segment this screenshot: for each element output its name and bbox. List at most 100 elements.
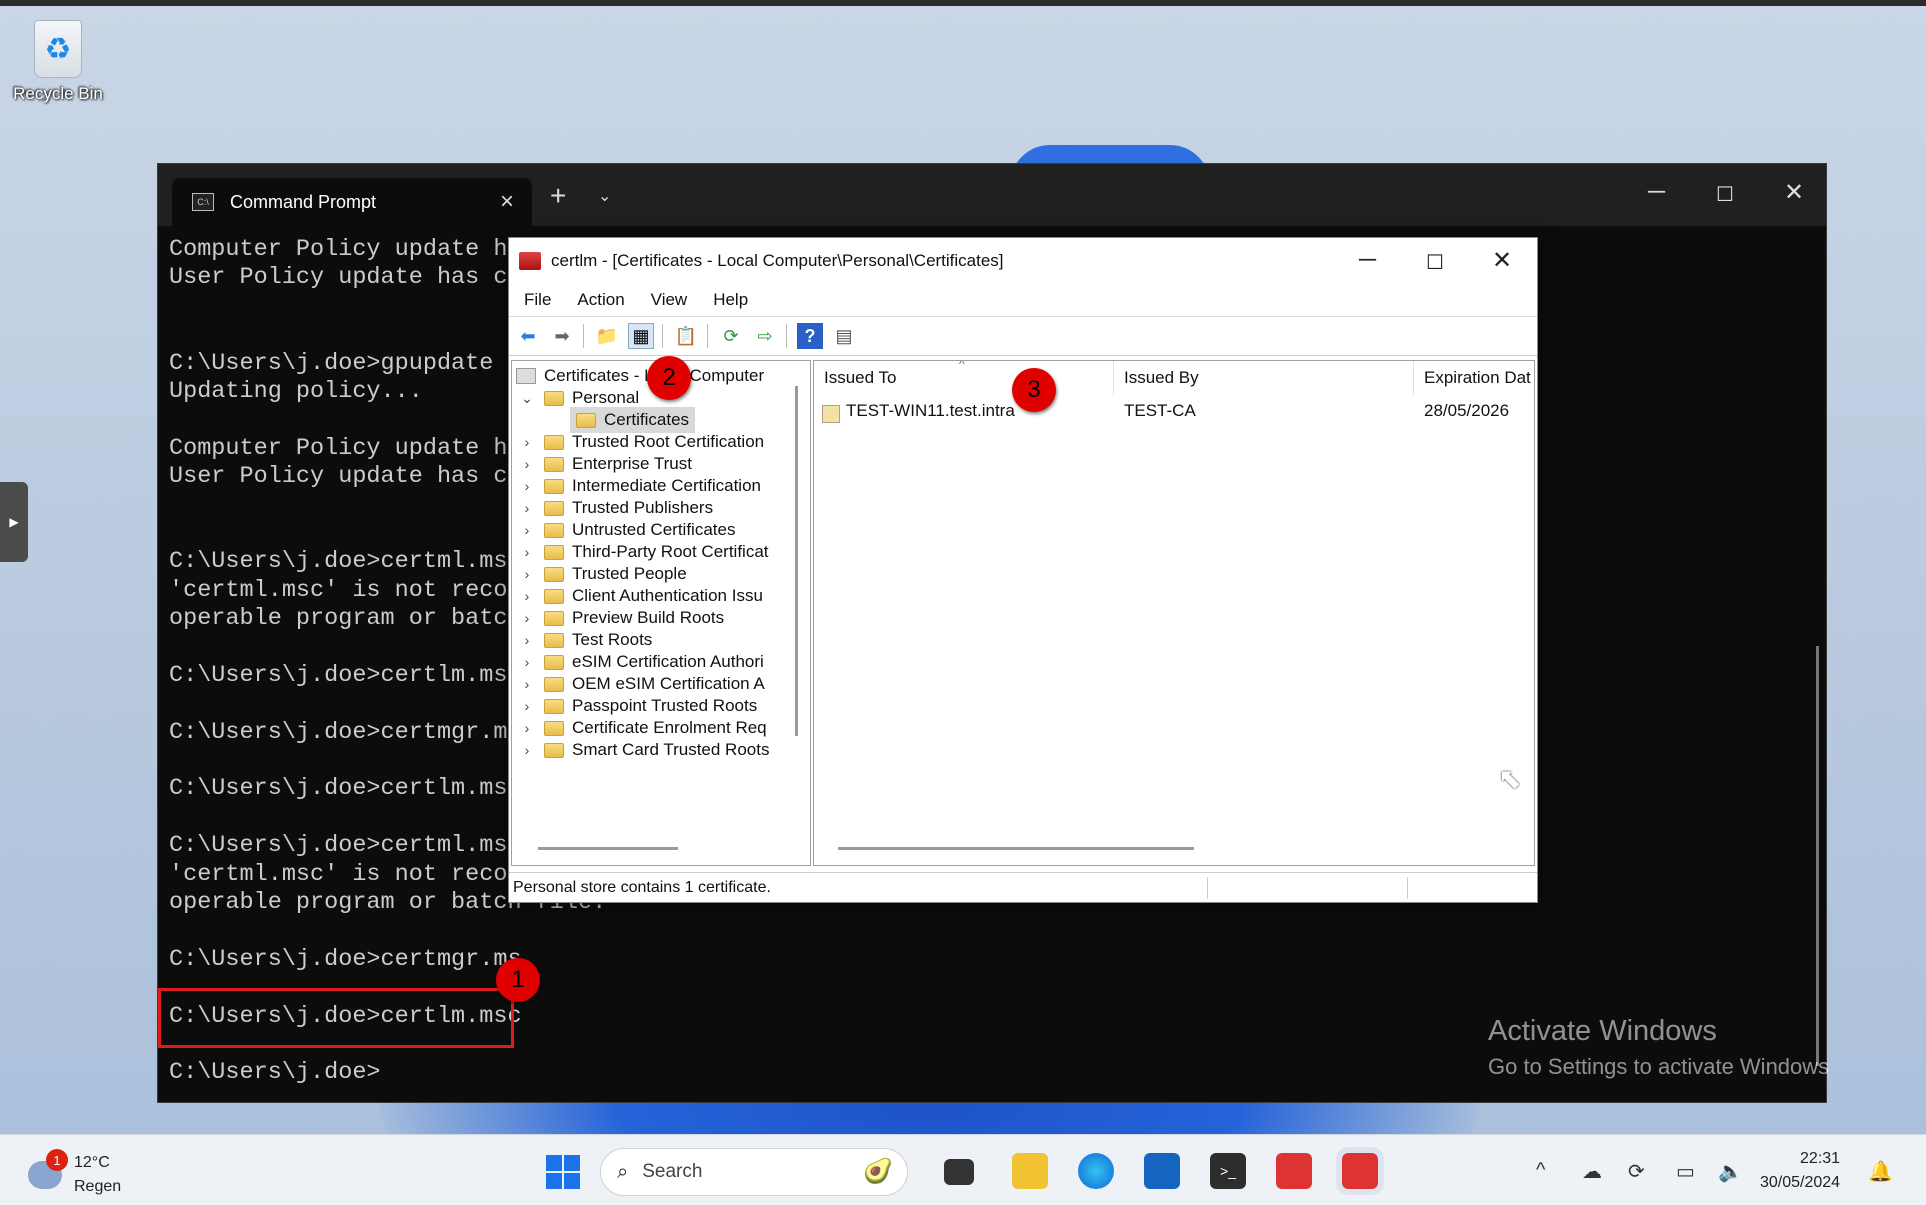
terminal-icon[interactable]: >_ [1210,1153,1246,1189]
chevron-right-icon[interactable]: › [518,456,536,472]
chevron-right-icon[interactable]: › [518,610,536,626]
folder-icon [544,456,564,472]
windows-logo-icon [546,1173,562,1189]
certlm-taskbar-icon[interactable] [1276,1153,1312,1189]
chevron-up-icon[interactable]: ^ [1536,1159,1545,1182]
search-highlight-icon: 🥑 [863,1158,893,1185]
back-icon[interactable]: ⬅ [515,323,541,349]
file-explorer-icon[interactable] [1012,1153,1048,1189]
show-hide-tree-icon[interactable]: ▦ [628,323,654,349]
recycle-bin[interactable]: ♻ Recycle Bin [8,20,108,104]
notification-bell-icon[interactable]: 🔔 [1868,1159,1893,1184]
chevron-right-icon[interactable]: › [518,698,536,714]
chevron-right-icon[interactable]: › [518,566,536,582]
close-button[interactable]: ✕ [1492,246,1512,275]
tree-item-store[interactable]: › Smart Card Trusted Roots [518,737,770,763]
chevron-right-icon[interactable]: › [518,522,536,538]
chevron-right-icon[interactable]: › [518,478,536,494]
refresh-icon[interactable]: ⟳ [718,323,744,349]
tree-scrollbar-horizontal[interactable] [538,847,678,850]
volume-icon[interactable]: 🔈 [1718,1159,1743,1184]
folder-icon [544,720,564,736]
minimize-button[interactable]: ─ [1648,178,1665,206]
terminal-scrollbar[interactable] [1816,646,1819,1066]
chevron-right-icon[interactable]: › [518,544,536,560]
new-tab-button[interactable]: + [550,180,566,212]
activate-title: Activate Windows [1488,1015,1717,1047]
tab-dropdown-button[interactable]: ⌄ [598,186,611,206]
chevron-right-icon[interactable]: › [518,654,536,670]
tree-item-label: Trusted Root Certification [572,432,765,451]
forward-icon[interactable]: ➡ [549,323,575,349]
sort-arrow-icon: ^ [959,360,965,371]
folder-icon [544,632,564,648]
menu-view[interactable]: View [651,290,688,310]
chevron-right-icon[interactable]: › [518,500,536,516]
column-issued-by[interactable]: Issued By [1114,361,1414,395]
search-icon: ⌕ [617,1160,629,1183]
tab-command-prompt[interactable]: C:\ Command Prompt × [172,178,532,226]
menu-bar: File Action View Help [509,284,1537,316]
menu-file[interactable]: File [524,290,551,310]
toolbar-separator [707,324,708,348]
chevron-down-icon[interactable]: ⌄ [518,390,536,407]
menu-action[interactable]: Action [577,290,624,310]
status-divider [1207,877,1208,899]
clipboard-icon[interactable]: 📋 [673,323,699,349]
tree-item-label: Personal [572,388,640,407]
tree-scrollbar-vertical[interactable] [795,386,798,736]
weather-desc: Regen [74,1178,122,1195]
up-folder-icon[interactable]: 📁 [594,323,620,349]
folder-icon [544,478,564,494]
chevron-right-icon[interactable]: › [518,742,536,758]
chevron-right-icon[interactable]: › [518,632,536,648]
column-issued-to[interactable]: Issued To ^ [814,361,1114,395]
certlm-titlebar: certlm - [Certificates - Local Computer\… [509,238,1537,284]
close-button[interactable]: ✕ [1784,178,1804,207]
tree-pane: Certificates - Local Computer ⌄ Personal… [511,360,811,866]
annotation-badge-3: 3 [1012,368,1056,412]
windows-logo-icon [564,1155,580,1171]
tree-item-label: Preview Build Roots [572,608,725,627]
activate-windows-watermark: Activate Windows Go to Settings to activ… [1488,1015,1829,1080]
tree-item-label: Test Roots [572,630,653,649]
task-view-icon[interactable] [944,1159,974,1185]
maximize-button[interactable]: ☐ [1426,250,1444,275]
tree-item-label: eSIM Certification Authori [572,652,764,671]
network-icon[interactable]: ▭ [1676,1159,1695,1184]
terminal-line: C:\Users\j.doe> [169,1059,381,1087]
certlm-active-icon[interactable] [1336,1147,1384,1195]
clock[interactable]: 22:31 30/05/2024 [1760,1147,1840,1195]
onedrive-icon[interactable]: ☁ [1582,1159,1602,1184]
menu-help[interactable]: Help [713,290,748,310]
folder-icon [544,588,564,604]
export-list-icon[interactable]: ⇨ [752,323,778,349]
start-button[interactable] [546,1155,580,1189]
taskbar-search[interactable]: ⌕ Search 🥑 [600,1148,908,1196]
properties-pane-icon[interactable]: ▤ [831,323,857,349]
widgets-handle[interactable]: ▶ [0,482,28,562]
mouse-cursor-icon: ⬉ [1498,763,1522,794]
folder-icon [544,676,564,692]
certificate-icon [822,405,840,423]
chevron-right-icon[interactable]: › [518,720,536,736]
chevron-right-icon[interactable]: › [518,588,536,604]
minimize-button[interactable]: ─ [1359,246,1376,274]
tab-close-icon[interactable]: × [500,188,514,216]
maximize-button[interactable]: ☐ [1716,182,1734,207]
edge-icon[interactable] [1078,1153,1114,1189]
toolbar-separator [786,324,787,348]
weather-widget[interactable]: 1 12°C Regen [28,1149,122,1199]
column-expiration[interactable]: Expiration Dat [1414,361,1534,395]
clock-date: 30/05/2024 [1760,1174,1841,1191]
help-icon[interactable]: ? [797,323,823,349]
certlm-window: certlm - [Certificates - Local Computer\… [508,237,1538,903]
store-icon[interactable] [1144,1153,1180,1189]
toolbar: ⬅ ➡ 📁 ▦ 📋 ⟳ ⇨ ? ▤ [509,316,1537,356]
chevron-right-icon[interactable]: › [518,676,536,692]
list-scrollbar-horizontal[interactable] [838,847,1194,850]
chevron-right-icon[interactable]: › [518,434,536,450]
cmd-icon: C:\ [192,193,214,211]
tree-item-label: Trusted People [572,564,687,583]
sync-icon[interactable]: ⟳ [1628,1159,1645,1184]
